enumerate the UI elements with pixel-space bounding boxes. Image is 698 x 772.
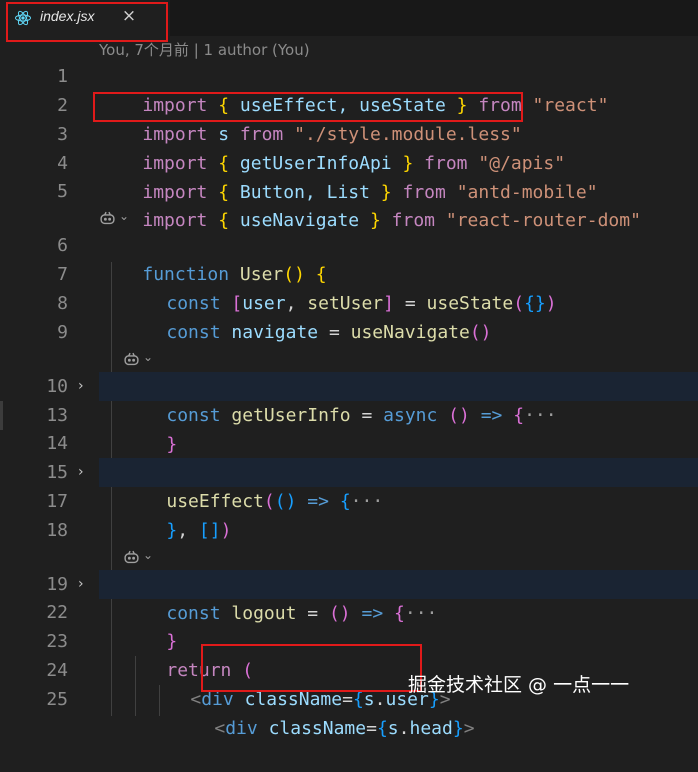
copilot-icon [124, 352, 139, 366]
code-line[interactable]: 15 › useEffect(() => {··· [0, 458, 698, 512]
line-number: 7 [57, 264, 68, 285]
watermark: 掘金技术社区 @ 一点一一 [408, 674, 630, 696]
code-line[interactable]: 19 › const logout = () => {··· [0, 570, 698, 624]
token-punct: . [398, 718, 410, 739]
token-property: head [409, 718, 453, 739]
token-bracket: { [218, 210, 230, 231]
copilot-codelens[interactable]: ⌄ [123, 545, 163, 571]
line-number: 9 [57, 322, 68, 343]
code-line[interactable]: 13 } [0, 401, 698, 455]
annotation-box-tab [6, 2, 168, 42]
copilot-icon [100, 211, 115, 225]
line-number: 13 [46, 405, 68, 426]
token-attribute: className [268, 718, 367, 739]
code-line[interactable]: 5 import { useNavigate } from "react-rou… [0, 177, 698, 231]
token-tag: div [225, 718, 258, 739]
annotation-box-import-style [93, 92, 523, 122]
chevron-down-icon: ⌄ [119, 209, 130, 223]
code-line[interactable]: 4 import { Button, List } from "antd-mob… [0, 149, 698, 203]
line-number: 3 [57, 124, 68, 145]
line-number: 14 [46, 433, 68, 454]
copilot-codelens[interactable]: ⌄ [99, 206, 139, 232]
line-number: 25 [46, 689, 68, 710]
code-line[interactable]: 1 import { useEffect, useState } from "r… [0, 62, 698, 116]
line-number: 2 [57, 95, 68, 116]
token-identifiers: useNavigate [229, 210, 370, 231]
line-number: 17 [46, 491, 68, 512]
chevron-down-icon: ⌄ [143, 350, 154, 364]
chevron-right-icon[interactable]: › [78, 458, 84, 487]
chevron-right-icon[interactable]: › [78, 570, 84, 599]
git-blame-codelens[interactable]: You, 7个月前 | 1 author (You) [99, 41, 310, 59]
line-number: 6 [57, 235, 68, 256]
line-number: 8 [57, 293, 68, 314]
line-number: 18 [46, 520, 68, 541]
copilot-codelens[interactable]: ⌄ [123, 347, 163, 373]
token-bracket: } [452, 718, 464, 739]
token-tag-bracket: > [463, 718, 475, 739]
line-number: 10 [46, 376, 68, 397]
token-bracket: } [369, 210, 381, 231]
token-operator: = [366, 718, 377, 739]
token-string: "react-router-dom" [445, 210, 641, 231]
copilot-icon [124, 550, 139, 564]
code-line[interactable]: 3 import { getUserInfoApi } from "@/apis… [0, 120, 698, 174]
line-number: 24 [46, 660, 68, 681]
line-number: 15 [46, 462, 68, 483]
line-number: 1 [57, 66, 68, 87]
line-number: 19 [46, 574, 68, 595]
code-line[interactable]: 14 [0, 429, 698, 458]
code-line[interactable]: 22 } [0, 598, 698, 652]
line-number: 4 [57, 153, 68, 174]
code-line[interactable]: 6 function User() { [0, 231, 698, 285]
line-number: 5 [57, 181, 68, 202]
code-line[interactable]: 17 }, []) [0, 487, 698, 541]
line-number: 22 [46, 602, 68, 623]
chevron-down-icon: ⌄ [143, 548, 154, 562]
chevron-right-icon[interactable]: › [78, 372, 84, 401]
token-keyword: import [142, 210, 208, 231]
token-variable: s [387, 718, 399, 739]
code-line[interactable]: 18 [0, 516, 698, 545]
token-keyword: from [391, 210, 436, 231]
code-line[interactable]: 7 const [user, setUser] = useState({}) [0, 260, 698, 314]
code-line[interactable]: 10 › const getUserInfo = async () => {··… [0, 372, 698, 426]
line-number: 23 [46, 631, 68, 652]
code-line[interactable]: 8 const navigate = useNavigate() [0, 289, 698, 343]
token-tag-bracket: < [214, 718, 226, 739]
token-bracket: { [376, 718, 388, 739]
code-line[interactable]: 9 [0, 318, 698, 347]
